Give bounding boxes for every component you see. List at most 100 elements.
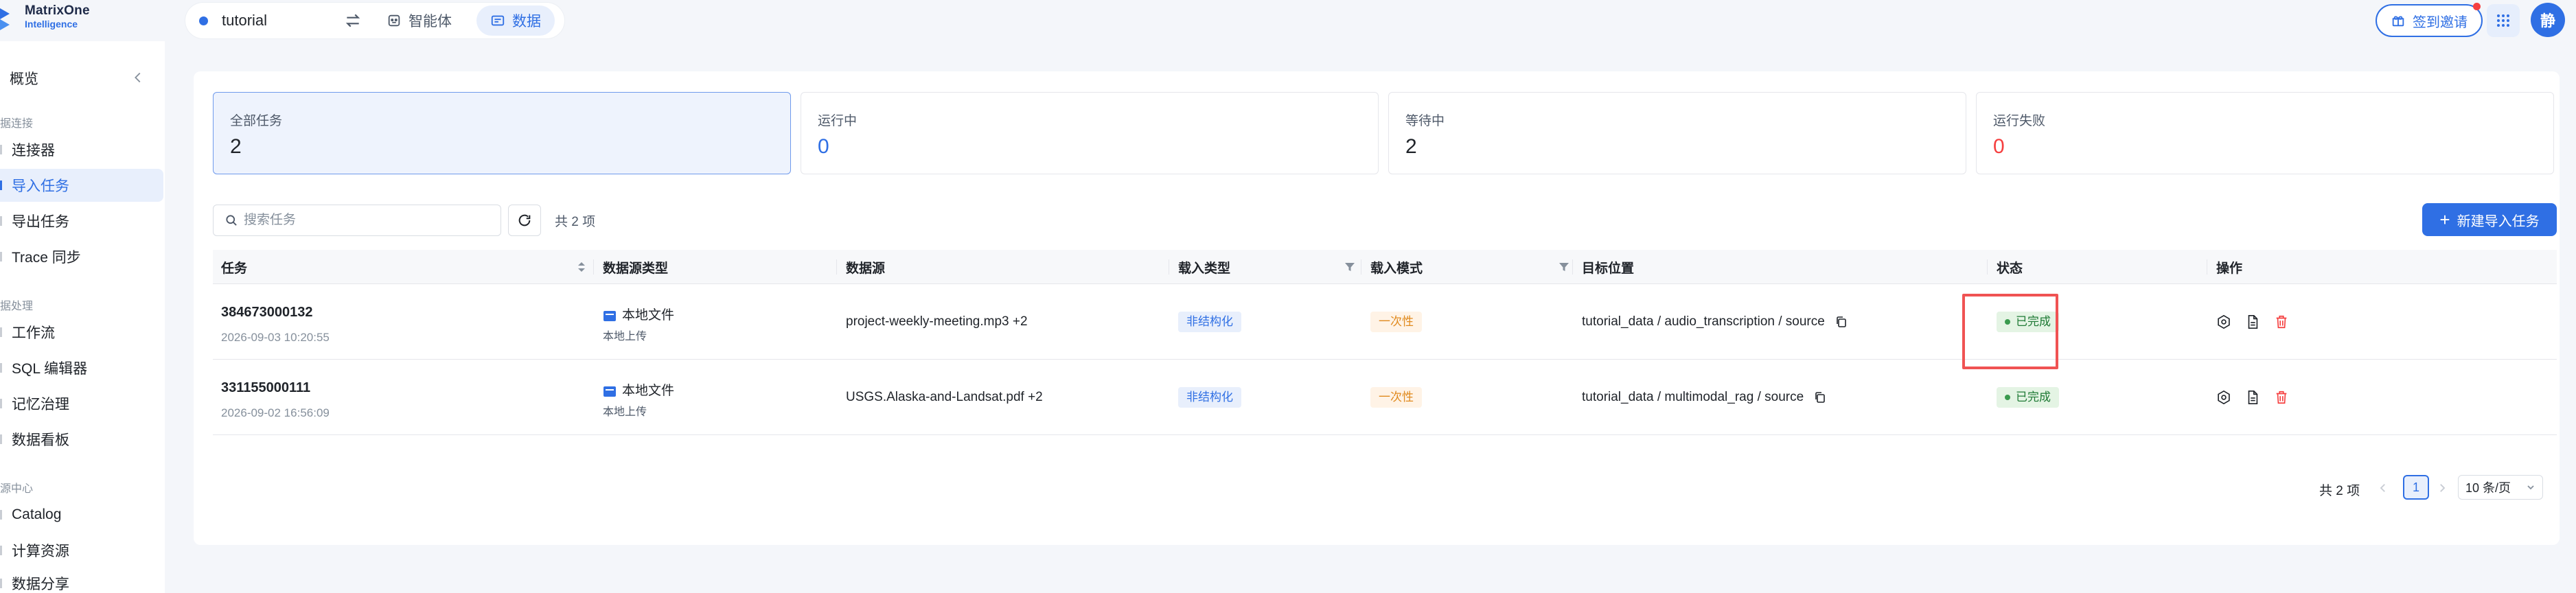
collapse-chevron-icon[interactable] [130, 70, 146, 85]
source-name[interactable]: project-weekly-meeting.mp3 +2 [846, 314, 1028, 329]
page-size-select[interactable]: 10 条/页 [2458, 475, 2543, 500]
stat-value: 2 [1405, 135, 1417, 158]
brand-line2: Intelligence [25, 19, 78, 30]
tab-data[interactable]: 数据 [476, 5, 555, 36]
task-time: 2026-09-03 10:20:55 [221, 331, 330, 344]
pagination-total: 共 2 项 [2319, 484, 2360, 498]
workspace-name[interactable]: tutorial [222, 12, 338, 30]
task-id[interactable]: 331155000111 [221, 380, 310, 396]
sidebar: 概览 据连接 连接器 导入任务 导出任务 Trace 同步 据处理 工作流 SQ… [0, 41, 165, 593]
column-task[interactable]: 任务 [221, 250, 247, 284]
folder-icon [603, 310, 616, 321]
table-row[interactable]: 331155000111 2026-09-02 16:56:09 本地文件 本地… [213, 360, 2557, 435]
sidebar-item-export-tasks[interactable]: 导出任务 [0, 205, 163, 237]
notification-dot [2473, 3, 2481, 10]
copy-icon[interactable] [1814, 391, 1826, 404]
stat-label: 全部任务 [230, 114, 283, 128]
sidebar-item-compute[interactable]: 计算资源 [0, 534, 163, 567]
sidebar-item-label: 记忆治理 [12, 397, 69, 412]
sidebar-item-dashboard[interactable]: 数据看板 [0, 423, 163, 456]
sidebar-item-workflow[interactable]: 工作流 [0, 316, 163, 349]
stat-label: 运行中 [818, 114, 858, 128]
sidebar-item-catalog[interactable]: Catalog [0, 498, 163, 531]
sidebar-item-memory[interactable]: 记忆治理 [0, 387, 163, 420]
sidebar-group-connect: 据连接 [0, 118, 34, 130]
load-mode-tag: 一次性 [1370, 387, 1422, 408]
filter-icon[interactable] [1559, 261, 1569, 272]
data-icon [491, 15, 505, 26]
load-mode-tag: 一次性 [1370, 312, 1422, 332]
search-icon [226, 215, 237, 226]
stat-value: 0 [1993, 135, 2005, 158]
column-target: 目标位置 [1582, 261, 1635, 276]
workspace-switcher: tutorial 智能体 数据 [185, 3, 564, 38]
sidebar-item-label: 工作流 [12, 325, 55, 341]
load-type-tag: 非结构化 [1178, 387, 1241, 408]
source-type: 本地文件 [603, 305, 674, 323]
sidebar-item-data-share[interactable]: 数据分享 [0, 567, 163, 593]
log-file-icon[interactable] [2245, 390, 2260, 405]
tab-agent[interactable]: 智能体 [373, 5, 465, 36]
filter-icon[interactable] [1344, 261, 1355, 272]
sidebar-item-sql-editor[interactable]: SQL 编辑器 [0, 351, 163, 384]
signin-invite-label: 签到邀请 [2413, 14, 2468, 30]
target-location: tutorial_data / audio_transcription / so… [1582, 314, 1848, 329]
copy-icon[interactable] [1835, 316, 1848, 328]
logo-mark-icon [0, 8, 10, 30]
sort-icon[interactable] [577, 261, 586, 272]
column-actions: 操作 [2216, 261, 2243, 276]
search-box [213, 205, 501, 236]
table-row[interactable]: 384673000132 2026-09-03 10:20:55 本地文件 本地… [213, 284, 2557, 360]
search-input[interactable] [244, 213, 491, 228]
switch-arrows-icon[interactable] [344, 12, 362, 30]
sidebar-group-process: 据处理 [0, 301, 34, 312]
target-location: tutorial_data / multimodal_rag / source [1582, 390, 1826, 405]
gift-icon [2392, 16, 2404, 27]
sidebar-item-overview[interactable]: 概览 [0, 65, 151, 92]
settings-icon[interactable] [2216, 314, 2231, 329]
task-id[interactable]: 384673000132 [221, 305, 312, 321]
top-bar: MatrixOne Intelligence tutorial 智能体 数据 签… [0, 0, 2576, 41]
column-status: 状态 [1997, 261, 2023, 276]
sidebar-item-label: Trace 同步 [12, 250, 81, 266]
refresh-button[interactable] [508, 205, 541, 236]
table-header: 任务 数据源类型 数据源 载入类型 载入模式 目标位置 状态 操作 [213, 250, 2557, 284]
sidebar-item-label: SQL 编辑器 [12, 361, 88, 377]
tab-data-label: 数据 [512, 14, 541, 30]
import-tasks-panel: 全部任务 2 运行中 0 等待中 2 运行失败 0 共 2 项 + 新建导入任务… [194, 71, 2560, 545]
tab-agent-label: 智能体 [409, 14, 452, 30]
brand-text: MatrixOne Intelligence [25, 4, 90, 29]
brand-logo[interactable]: MatrixOne Intelligence [0, 3, 90, 30]
stat-card-running[interactable]: 运行中 0 [801, 92, 1379, 174]
source-name[interactable]: USGS.Alaska-and-Landsat.pdf +2 [846, 390, 1043, 405]
source-sub: 本地上传 [603, 331, 647, 342]
column-source: 数据源 [846, 261, 886, 276]
new-import-task-button[interactable]: + 新建导入任务 [2422, 203, 2557, 236]
sidebar-item-label: 导出任务 [12, 214, 69, 230]
sidebar-item-label: 连接器 [12, 143, 55, 159]
column-load-mode[interactable]: 载入模式 [1370, 250, 1423, 284]
column-load-type[interactable]: 载入类型 [1178, 250, 1230, 284]
status-badge: 已完成 [1997, 387, 2059, 408]
sidebar-item-label: 导入任务 [12, 178, 69, 194]
apps-grid-button[interactable] [2487, 4, 2520, 37]
workspace-status-dot [199, 16, 208, 25]
sidebar-item-trace-sync[interactable]: Trace 同步 [0, 240, 163, 273]
source-sub: 本地上传 [603, 406, 647, 418]
folder-icon [603, 386, 616, 397]
chevron-left-icon[interactable] [2377, 482, 2389, 494]
pagination-current-page[interactable]: 1 [2403, 475, 2429, 500]
log-file-icon[interactable] [2245, 314, 2260, 329]
sidebar-item-import-tasks[interactable]: 导入任务 [0, 169, 163, 202]
user-avatar[interactable]: 静 [2531, 3, 2565, 37]
delete-icon[interactable] [2274, 314, 2289, 329]
stat-card-waiting[interactable]: 等待中 2 [1388, 92, 1966, 174]
stat-card-failed[interactable]: 运行失败 0 [1976, 92, 2554, 174]
column-source-type: 数据源类型 [603, 261, 669, 276]
sidebar-item-connectors[interactable]: 连接器 [0, 133, 163, 166]
settings-icon[interactable] [2216, 390, 2231, 405]
delete-icon[interactable] [2274, 390, 2289, 405]
signin-invite-button[interactable]: 签到邀请 [2376, 4, 2483, 37]
stat-card-all[interactable]: 全部任务 2 [213, 92, 791, 174]
chevron-right-icon[interactable] [2436, 482, 2448, 494]
